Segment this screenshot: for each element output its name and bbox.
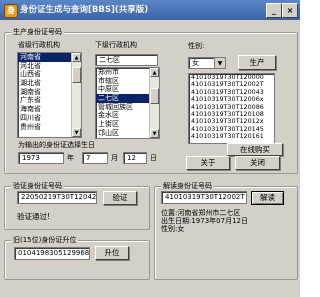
about-button[interactable]: 关于 (186, 156, 230, 170)
result-item[interactable]: 41010319T30T12006x (189, 96, 274, 103)
upgrade-input[interactable]: 0104198305129968 (14, 247, 90, 260)
month-input[interactable]: 7 (82, 152, 108, 164)
result-item[interactable]: 41010319T30T120108 (189, 111, 274, 118)
year-input[interactable]: 1973 (18, 152, 64, 164)
gender-label: 性别: (188, 42, 205, 50)
upgrade-button[interactable]: 升位 (95, 246, 129, 260)
verify-result: 验证通过! (17, 212, 51, 221)
result-item[interactable]: 41010319T30T12012x (189, 118, 274, 125)
results-list[interactable]: 41010319T30T120000 41010319T30T12002T 41… (188, 73, 275, 144)
scroll-up-icon[interactable]: ▲ (72, 53, 81, 62)
decode-gender: 性别:女 (161, 225, 185, 233)
close-window-button[interactable]: × (282, 3, 298, 18)
app-icon: 身 (4, 4, 18, 18)
gender-value: 女 (192, 59, 199, 67)
close-button[interactable]: 关闭 (235, 156, 280, 170)
decode-button[interactable]: 解读 (251, 191, 284, 205)
scroll-up-icon[interactable]: ▲ (150, 68, 159, 77)
result-item[interactable]: 41010319T30T120086 (189, 104, 274, 111)
city-label: 下级行政机构 (95, 41, 137, 49)
scroll-down-icon[interactable]: ▼ (72, 128, 81, 137)
chevron-down-icon[interactable]: ▼ (214, 58, 225, 68)
buy-online-button[interactable]: 在线购买 (227, 143, 283, 156)
title-bar[interactable]: 身 身份证生成与查询[BBS](共享版) _ × (0, 0, 300, 20)
province-scrollbar[interactable]: ▲ ▼ (71, 53, 81, 137)
city-input[interactable]: 二七区 (95, 54, 158, 66)
day-input[interactable]: 12 (123, 152, 147, 164)
province-label: 省级行政机构 (18, 41, 60, 49)
birthday-label: 为输出的身份证选择生日 (18, 141, 95, 149)
verify-button[interactable]: 验证 (103, 191, 137, 205)
minimize-button[interactable]: _ (266, 3, 282, 18)
upgrade-group-title: 旧(15位)身份证升位 (11, 235, 79, 245)
scroll-down-icon[interactable]: ▼ (150, 129, 159, 138)
scroll-thumb[interactable] (150, 88, 159, 104)
province-list[interactable]: 河南省 河北省 山西省 湖北省 湖南省 广东省 海南省 四川省 贵州省 ▲ ▼ (17, 52, 82, 138)
main-window: 身 身份证生成与查询[BBS](共享版) _ × 生产身份证号码 省级行政机构 … (0, 0, 300, 297)
window-title: 身份证生成与查询[BBS](共享版) (20, 5, 149, 15)
city-list[interactable]: 郑州市 市辖区 中原区 二七区 管城回族区 金水区 上街区 邙山区 ▲ ▼ (95, 67, 160, 139)
result-item[interactable]: 41010319T30T120043 (189, 89, 274, 96)
generate-button[interactable]: 生产 (238, 55, 276, 70)
result-item[interactable]: 41010319T30T120145 (189, 126, 274, 133)
day-unit: 日 (150, 154, 157, 162)
decode-group-title: 解读身份证号码 (161, 181, 214, 191)
result-item[interactable]: 41010319T30T120000 (189, 74, 274, 81)
decode-input[interactable]: 41010319T30T12002T (161, 191, 247, 204)
result-item[interactable]: 41010319T30T12002T (189, 81, 274, 88)
result-item[interactable]: 41010319T30T120161 (189, 133, 274, 140)
verify-group-title: 验证身份证号码 (11, 181, 64, 191)
verify-input[interactable]: 22050219T30T120422 (17, 191, 97, 204)
month-unit: 月 (111, 154, 118, 162)
gender-select[interactable]: 女 ▼ (188, 57, 226, 69)
city-scrollbar[interactable]: ▲ ▼ (149, 68, 159, 138)
year-unit: 年 (67, 154, 74, 162)
generate-group-title: 生产身份证号码 (11, 27, 64, 37)
scroll-thumb[interactable] (72, 67, 81, 83)
